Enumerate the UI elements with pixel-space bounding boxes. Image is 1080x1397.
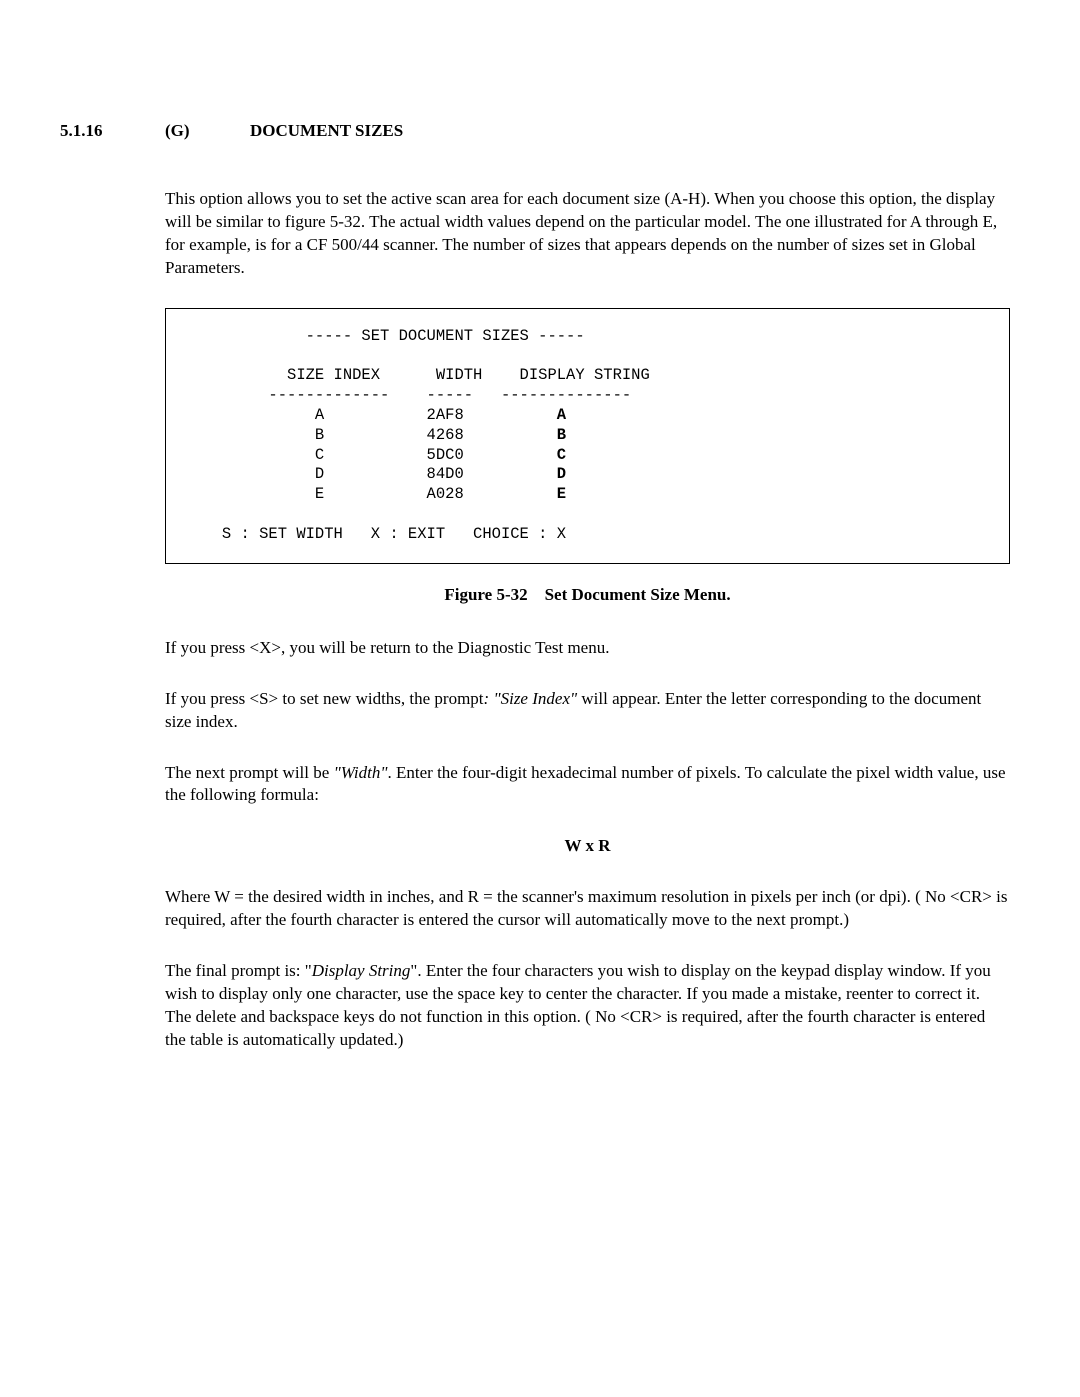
press-x-paragraph: If you press <X>, you will be return to … [165, 637, 1010, 660]
section-number: 5.1.16 [60, 120, 165, 143]
figure-caption: Figure 5-32 Set Document Size Menu. [165, 584, 1010, 607]
section-title: DOCUMENT SIZES [250, 120, 403, 143]
text-run: The final prompt is: " [165, 961, 312, 980]
press-s-paragraph: If you press <S> to set new widths, the … [165, 688, 1010, 734]
formula-explain-paragraph: Where W = the desired width in inches, a… [165, 886, 1010, 932]
size-index-prompt: : "Size Index" [484, 689, 578, 708]
figure-screen: ----- SET DOCUMENT SIZES ----- SIZE INDE… [194, 327, 981, 545]
figure-box: ----- SET DOCUMENT SIZES ----- SIZE INDE… [165, 308, 1010, 564]
section-letter: (G) [165, 120, 250, 143]
intro-paragraph: This option allows you to set the active… [165, 188, 1010, 280]
text-run: If you press <S> to set new widths, the … [165, 689, 484, 708]
text-run: The next prompt will be [165, 763, 334, 782]
section-heading: 5.1.16 (G) DOCUMENT SIZES [60, 120, 1010, 143]
display-string-paragraph: The final prompt is: "Display String". E… [165, 960, 1010, 1052]
display-string-prompt: Display String [312, 961, 411, 980]
width-prompt-paragraph: The next prompt will be "Width". Enter t… [165, 762, 1010, 808]
width-prompt: "Width" [334, 763, 388, 782]
formula: W x R [165, 835, 1010, 858]
